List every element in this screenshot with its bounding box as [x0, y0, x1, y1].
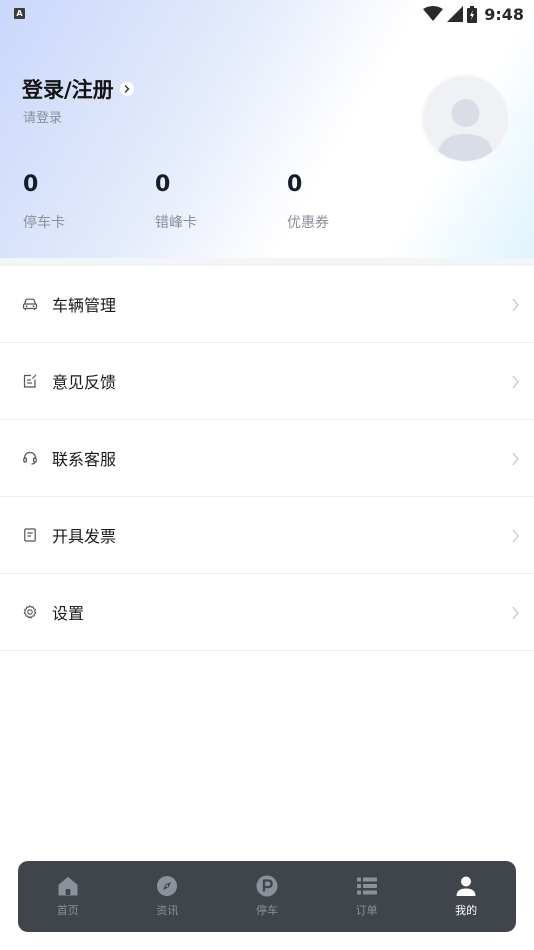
car-icon [22, 298, 38, 310]
settings-menu: 车辆管理 意见反馈 联系客服 开具发票 设置 [0, 266, 534, 651]
battery-icon [467, 5, 478, 23]
profile-header: A 9:48 登录/注册 请登录 0 停车卡 0 错峰卡 0 优惠券 [0, 0, 534, 258]
tab-home[interactable]: 首页 [18, 861, 118, 932]
stat-label: 优惠券 [287, 215, 329, 231]
menu-item-label: 意见反馈 [52, 373, 117, 392]
stat-label: 停车卡 [23, 215, 65, 231]
chevron-right-icon [512, 452, 519, 466]
menu-item-vehicle-management[interactable]: 车辆管理 [0, 266, 534, 343]
stat-value: 0 [287, 172, 303, 197]
menu-item-invoice[interactable]: 开具发票 [0, 497, 534, 574]
stat-value: 0 [155, 172, 171, 197]
home-icon [58, 877, 78, 896]
tab-label: 我的 [455, 904, 478, 917]
section-divider [0, 258, 534, 266]
headset-icon [23, 451, 37, 465]
menu-item-label: 设置 [52, 604, 85, 623]
bottom-tab-bar: 首页 资讯 停车 订单 我的 [18, 861, 516, 932]
login-subtitle: 请登录 [23, 111, 63, 126]
invoice-icon [24, 528, 36, 542]
notification-badge: A [14, 8, 25, 19]
status-bar: A 9:48 [0, 0, 534, 28]
wifi-icon [423, 6, 444, 21]
chevron-right-icon [512, 298, 519, 312]
tab-orders[interactable]: 订单 [317, 861, 417, 932]
person-icon [456, 876, 476, 896]
chevron-right-icon [512, 529, 519, 543]
tab-news[interactable]: 资讯 [118, 861, 218, 932]
default-avatar-icon [423, 76, 508, 161]
feedback-edit-icon [23, 374, 37, 388]
menu-item-customer-service[interactable]: 联系客服 [0, 420, 534, 497]
tab-label: 首页 [56, 904, 79, 917]
menu-item-label: 联系客服 [52, 450, 117, 469]
stat-value: 0 [23, 172, 39, 197]
chevron-right-icon [512, 606, 519, 620]
menu-item-settings[interactable]: 设置 [0, 574, 534, 651]
tab-label: 订单 [355, 904, 378, 917]
compass-icon [157, 876, 178, 896]
menu-item-label: 开具发票 [52, 527, 117, 546]
parking-icon [256, 875, 278, 897]
menu-item-feedback[interactable]: 意见反馈 [0, 343, 534, 420]
login-register-link[interactable]: 登录/注册 [22, 74, 134, 104]
menu-item-label: 车辆管理 [52, 296, 117, 315]
gear-icon [23, 605, 37, 619]
tab-mine[interactable]: 我的 [416, 861, 516, 932]
stat-coupon[interactable]: 0 优惠券 [287, 170, 329, 232]
avatar[interactable] [421, 74, 510, 163]
clock-time: 9:48 [484, 4, 524, 24]
cellular-signal-icon [447, 6, 464, 22]
login-title: 登录/注册 [22, 78, 114, 102]
tab-parking[interactable]: 停车 [217, 861, 317, 932]
stat-label: 错峰卡 [155, 215, 197, 231]
chevron-right-icon [512, 375, 519, 389]
stat-offpeak-card[interactable]: 0 错峰卡 [155, 170, 197, 232]
chevron-right-icon [119, 82, 134, 96]
list-icon [356, 877, 377, 895]
tab-label: 停车 [255, 904, 278, 917]
stat-parking-card[interactable]: 0 停车卡 [23, 170, 65, 232]
tab-label: 资讯 [156, 904, 179, 917]
